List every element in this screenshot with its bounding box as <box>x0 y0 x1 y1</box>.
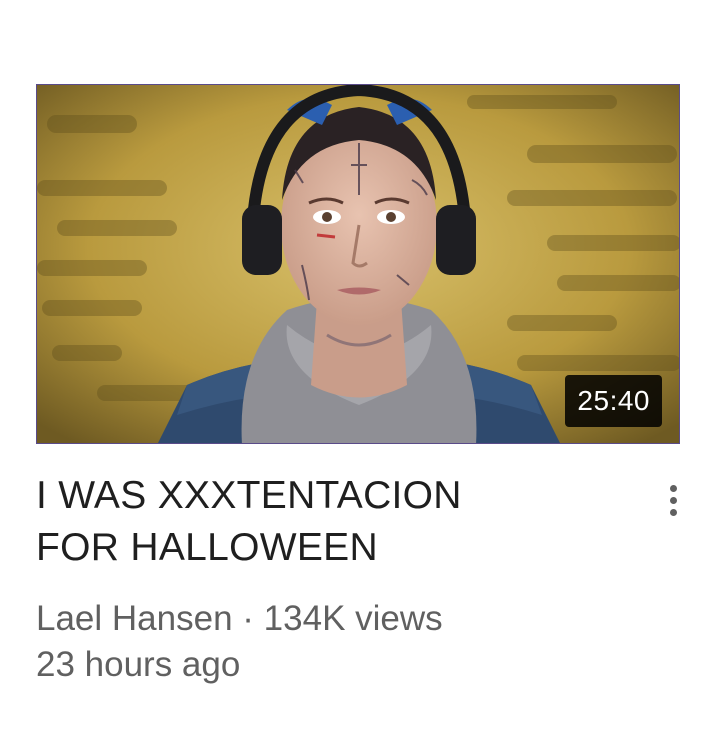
video-title-line-1: I WAS XXXTENTACION <box>36 474 462 517</box>
more-vertical-icon <box>669 484 677 516</box>
upload-time: 23 hours ago <box>36 645 241 684</box>
video-card[interactable]: 25:40 I WAS XXXTENTACION FOR HALLOWEEN L… <box>0 0 720 733</box>
video-title-line-2: FOR HALLOWEEN <box>36 526 378 569</box>
video-title[interactable]: I WAS XXXTENTACION FOR HALLOWEEN <box>36 470 636 574</box>
menu-dot <box>669 496 677 504</box>
menu-dot <box>669 484 677 492</box>
menu-dot <box>669 508 677 516</box>
video-metadata: Lael Hansen · 134K views 23 hours ago <box>36 596 636 688</box>
video-meta-line-1: Lael Hansen · 134K views <box>36 596 636 642</box>
video-thumbnail[interactable]: 25:40 <box>36 84 680 444</box>
more-options-button[interactable] <box>656 470 690 530</box>
view-count: 134K views <box>263 599 443 638</box>
video-details: I WAS XXXTENTACION FOR HALLOWEEN Lael Ha… <box>36 470 636 688</box>
meta-separator: · <box>242 599 254 638</box>
channel-name[interactable]: Lael Hansen <box>36 599 233 638</box>
video-duration-badge: 25:40 <box>565 375 662 427</box>
